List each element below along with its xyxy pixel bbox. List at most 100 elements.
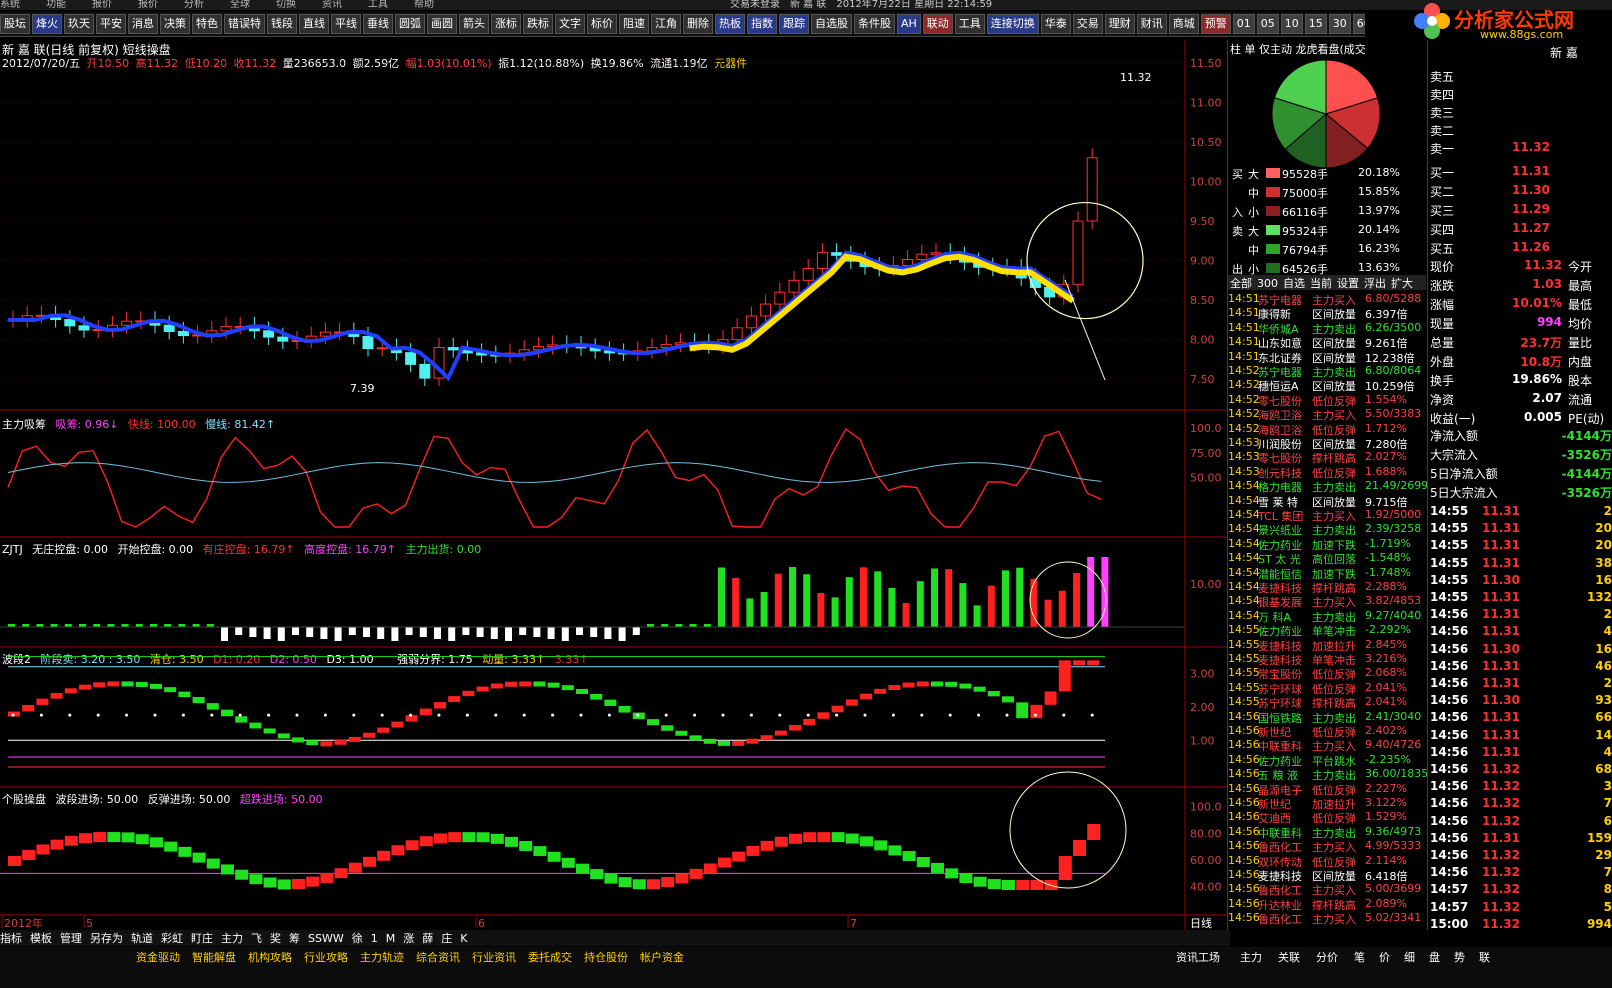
toolbar-button-5[interactable]: 决策: [160, 14, 190, 34]
indicator-tab-17[interactable]: 庄: [441, 930, 452, 946]
filter-tab-3[interactable]: 当前: [1310, 277, 1332, 290]
toolbar-button-15[interactable]: 涨标: [491, 14, 521, 34]
toolbar-button-17[interactable]: 文字: [555, 14, 585, 34]
info-tab-8[interactable]: 持仓股份: [584, 949, 628, 965]
filter-tab-0[interactable]: 全部: [1230, 277, 1252, 290]
indicator-tab-6[interactable]: 盯庄: [191, 930, 213, 946]
toolbar-button-21[interactable]: 删除: [683, 14, 713, 34]
menu-item-1[interactable]: 功能: [46, 0, 66, 10]
menu-item-7[interactable]: 资讯: [322, 0, 342, 10]
toolbar-button-27[interactable]: AH: [897, 14, 921, 34]
kline-chart-area[interactable]: 11.50 11.00 10.50 10.00 9.50 9.00 8.50 8.00 7.50…: [0, 40, 1227, 930]
quote-tab-6[interactable]: 细: [1404, 949, 1415, 965]
indicator-tab-8[interactable]: 飞: [251, 930, 262, 946]
indicator-tab-11[interactable]: SSWW: [308, 932, 344, 945]
toolbar-button-8[interactable]: 钱段: [267, 14, 297, 34]
toolbar-button-18[interactable]: 标价: [587, 14, 617, 34]
toolbar-button-20[interactable]: 江角: [651, 14, 681, 34]
toolbar-button-3[interactable]: 平安: [96, 14, 126, 34]
menu-item-5[interactable]: 全球: [230, 0, 250, 10]
toolbar-button-12[interactable]: 圆弧: [395, 14, 425, 34]
indicator-tab-15[interactable]: 涨: [403, 930, 414, 946]
info-tab-1[interactable]: 智能解盘: [192, 949, 236, 965]
indicator-tab-9[interactable]: 奖: [270, 930, 281, 946]
toolbar-button-23[interactable]: 指数: [747, 14, 777, 34]
toolbar-button-30[interactable]: 连接切换: [986, 14, 1039, 34]
indicator-tab-5[interactable]: 彩虹: [161, 930, 183, 946]
toolbar-button-28[interactable]: 联动: [922, 14, 953, 34]
indicator-tab-12[interactable]: 徐: [352, 930, 363, 946]
period-button-2[interactable]: 10: [1280, 14, 1303, 34]
quote-tab-2[interactable]: 关联: [1278, 949, 1300, 965]
toolbar-button-0[interactable]: 股坛: [0, 14, 30, 34]
toolbar-button-13[interactable]: 画圆: [427, 14, 457, 34]
indicator-tab-10[interactable]: 筹: [289, 930, 300, 946]
toolbar-button-14[interactable]: 箭头: [459, 14, 489, 34]
menu-item-0[interactable]: 系统: [0, 0, 20, 10]
quote-tab-0[interactable]: 资讯工场: [1176, 949, 1220, 965]
toolbar-button-24[interactable]: 跟踪: [779, 14, 809, 34]
toolbar-button-16[interactable]: 跌标: [523, 14, 553, 34]
filter-tab-1[interactable]: 300: [1257, 277, 1278, 290]
quote-tab-8[interactable]: 势: [1454, 949, 1465, 965]
toolbar-button-32[interactable]: 交易: [1072, 14, 1103, 34]
toolbar-button-26[interactable]: 条件股: [854, 14, 895, 34]
toolbar-button-9[interactable]: 直线: [299, 14, 329, 34]
period-button-3[interactable]: 15: [1304, 14, 1327, 34]
menu-item-4[interactable]: 分析: [184, 0, 204, 10]
period-button-1[interactable]: 05: [1256, 14, 1279, 34]
indicator-tab-14[interactable]: M: [386, 932, 396, 945]
toolbar-button-35[interactable]: 商城: [1168, 14, 1199, 34]
info-tab-9[interactable]: 帐户资金: [640, 949, 684, 965]
menu-item-8[interactable]: 工具: [368, 0, 388, 10]
menu-item-6[interactable]: 切换: [276, 0, 296, 10]
toolbar-button-4[interactable]: 消息: [128, 14, 158, 34]
period-button-4[interactable]: 30: [1328, 14, 1351, 34]
menu-item-2[interactable]: 报价: [92, 0, 112, 10]
period-button-0[interactable]: 01: [1232, 14, 1255, 34]
indicator-tab-2[interactable]: 管理: [60, 930, 82, 946]
flow-panel-tabs[interactable]: 柱 单 仅主动 龙虎看盘(成交: [1230, 41, 1366, 57]
info-tab-7[interactable]: 委托成交: [528, 949, 572, 965]
indicator-tab-7[interactable]: 主力: [221, 930, 243, 946]
indicator-tab-4[interactable]: 轨道: [131, 930, 153, 946]
toolbar-button-7[interactable]: 错误特: [224, 14, 265, 34]
quote-tab-4[interactable]: 笔: [1354, 949, 1365, 965]
filter-tab-6[interactable]: 扩大: [1391, 277, 1413, 290]
info-tab-2[interactable]: 机构攻略: [248, 949, 292, 965]
quote-tab-1[interactable]: 主力: [1240, 949, 1262, 965]
toolbar-button-1[interactable]: 烽火: [32, 14, 62, 34]
toolbar-button-36[interactable]: 预警: [1200, 14, 1231, 34]
menu-item-3[interactable]: 报价: [138, 0, 158, 10]
info-tab-0[interactable]: 资金驱动: [136, 949, 180, 965]
info-tab-6[interactable]: 行业资讯: [472, 949, 516, 965]
toolbar-button-33[interactable]: 理财: [1104, 14, 1135, 34]
toolbar-button-31[interactable]: 华泰: [1040, 14, 1071, 34]
toolbar-button-34[interactable]: 财讯: [1136, 14, 1167, 34]
quote-tab-5[interactable]: 价: [1379, 949, 1390, 965]
filter-tab-4[interactable]: 设置: [1337, 277, 1359, 290]
toolbar-button-29[interactable]: 工具: [954, 14, 985, 34]
indicator-tab-16[interactable]: 薛: [422, 930, 433, 946]
filter-tab-2[interactable]: 自选: [1283, 277, 1305, 290]
menu-item-9[interactable]: 帮助: [414, 0, 434, 10]
toolbar-button-2[interactable]: 玖天: [64, 14, 94, 34]
info-tab-4[interactable]: 主力轨迹: [360, 949, 404, 965]
indicator-tab-1[interactable]: 模板: [30, 930, 52, 946]
toolbar-button-22[interactable]: 热板: [715, 14, 745, 34]
toolbar-button-25[interactable]: 自选股: [811, 14, 852, 34]
quote-tab-3[interactable]: 分价: [1316, 949, 1338, 965]
indicator-tab-13[interactable]: 1: [371, 932, 378, 945]
indicator-tab-3[interactable]: 另存为: [90, 930, 123, 946]
toolbar-button-6[interactable]: 特色: [192, 14, 222, 34]
filter-tab-5[interactable]: 浮出: [1364, 277, 1386, 290]
toolbar-button-19[interactable]: 阻速: [619, 14, 649, 34]
quote-tab-7[interactable]: 盘: [1429, 949, 1440, 965]
toolbar-button-11[interactable]: 垂线: [363, 14, 393, 34]
indicator-tab-18[interactable]: K: [460, 932, 467, 945]
indicator-tab-0[interactable]: 指标: [0, 930, 22, 946]
toolbar-button-10[interactable]: 平线: [331, 14, 361, 34]
info-tab-3[interactable]: 行业攻略: [304, 949, 348, 965]
quote-tab-9[interactable]: 联: [1479, 949, 1490, 965]
info-tab-5[interactable]: 综合资讯: [416, 949, 460, 965]
